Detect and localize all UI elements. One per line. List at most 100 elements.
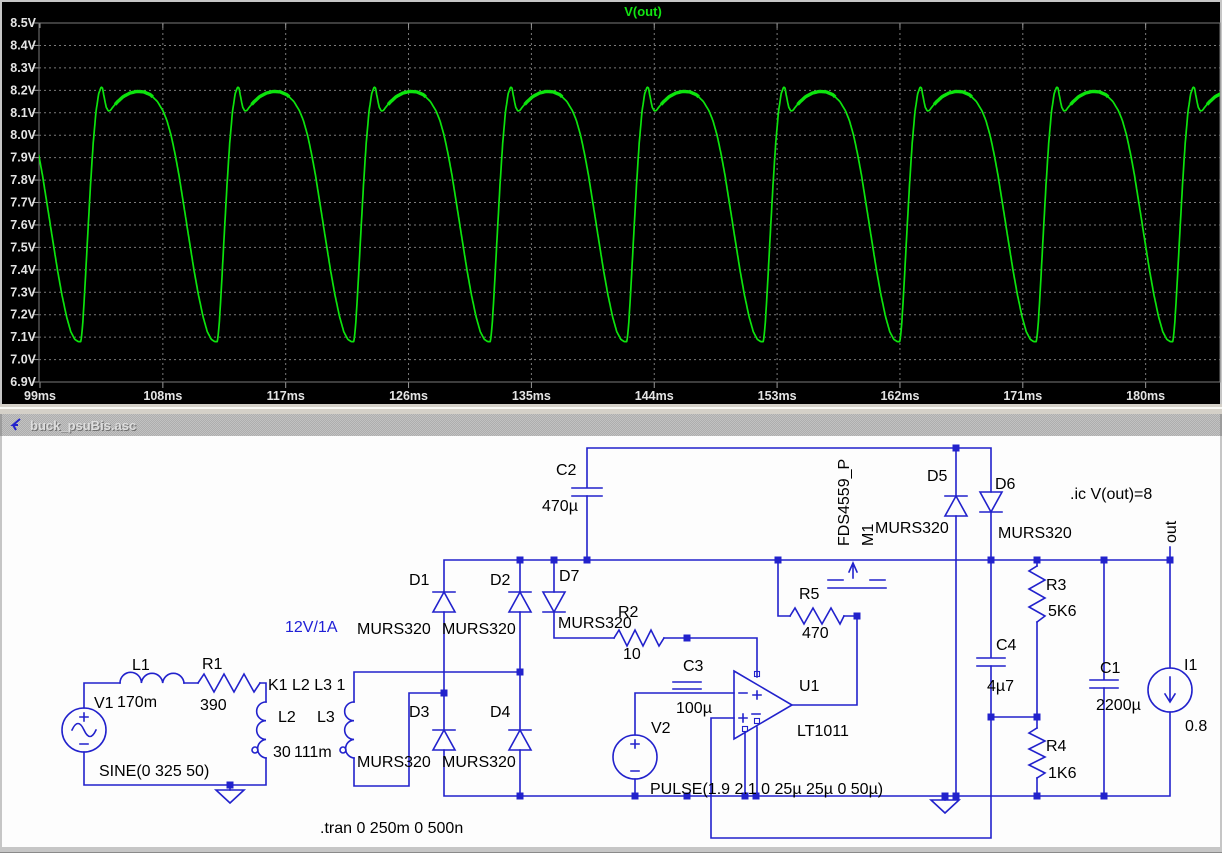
schematic-window-title: buck_psuBis.asc bbox=[30, 417, 137, 433]
l1-name: L1 bbox=[132, 657, 150, 674]
y-axis-tick-label: 8.4V bbox=[10, 38, 36, 52]
d1-value: MURS320 bbox=[357, 621, 431, 638]
x-axis-tick-label: 162ms bbox=[880, 389, 919, 403]
y-axis-tick-label: 8.1V bbox=[10, 106, 36, 120]
x-axis-tick-label: 171ms bbox=[1003, 389, 1042, 403]
r2-resistor-symbol bbox=[612, 628, 666, 648]
ground-symbol-secondary bbox=[928, 799, 962, 815]
d7-diode-symbol bbox=[541, 591, 567, 614]
k1-coupling: K1 L2 L3 1 bbox=[268, 677, 346, 694]
power-rating-comment: 12V/1A bbox=[285, 619, 338, 636]
waveform-pane[interactable]: V(out) 8.5V 8.4V 8.3V 8.2V 8.1V 8.0V 7.9V 7.8V 7… bbox=[0, 0, 1222, 404]
v2-name: V2 bbox=[651, 720, 671, 737]
d1-name: D1 bbox=[409, 572, 430, 589]
d2-diode-symbol bbox=[507, 590, 533, 613]
schematic-titlebar[interactable]: buck_psuBis.asc bbox=[0, 414, 1222, 436]
u1-name: U1 bbox=[799, 678, 820, 695]
y-axis-tick-label: 8.0V bbox=[10, 128, 36, 142]
y-axis-tick-label: 7.1V bbox=[10, 330, 36, 344]
ground-symbol-primary bbox=[213, 789, 247, 805]
u1-value: LT1011 bbox=[797, 723, 849, 740]
d6-name: D6 bbox=[995, 476, 1016, 493]
y-axis-tick-label: 7.8V bbox=[10, 173, 36, 187]
r5-name: R5 bbox=[799, 586, 820, 603]
v2-source-symbol bbox=[612, 734, 658, 780]
d7-name: D7 bbox=[559, 568, 580, 585]
d2-name: D2 bbox=[490, 572, 511, 589]
d4-value: MURS320 bbox=[442, 754, 516, 771]
r2-value: 10 bbox=[623, 646, 641, 663]
y-axis-tick-label: 7.4V bbox=[10, 263, 36, 277]
y-axis-tick-label: 8.3V bbox=[10, 61, 36, 75]
ic-directive: .ic V(out)=8 bbox=[1070, 486, 1152, 503]
c3-name: C3 bbox=[683, 658, 704, 675]
v1-value: SINE(0 325 50) bbox=[99, 763, 209, 780]
m1-mosfet-symbol bbox=[827, 561, 887, 589]
component-labels[interactable]: V1 SINE(0 325 50) L1 170m R1 390 K1 L2 L… bbox=[94, 459, 1207, 798]
schematic-window-icon bbox=[10, 418, 21, 431]
v1-source-symbol bbox=[61, 707, 107, 753]
x-axis-tick-label: 153ms bbox=[758, 389, 797, 403]
r4-resistor-symbol bbox=[1027, 726, 1047, 780]
l3-name: L3 bbox=[317, 709, 335, 726]
trace-legend-vout[interactable]: V(out) bbox=[624, 4, 662, 19]
i1-source-symbol bbox=[1147, 667, 1193, 713]
d3-name: D3 bbox=[409, 704, 430, 721]
waveform-plot[interactable]: 8.5V 8.4V 8.3V 8.2V 8.1V 8.0V 7.9V 7.8V 7.7V 7.6V… bbox=[2, 2, 1222, 406]
d2-value: MURS320 bbox=[442, 621, 516, 638]
x-axis-tick-label: 126ms bbox=[389, 389, 428, 403]
y-axis-tick-label: 6.9V bbox=[10, 375, 36, 389]
d3-diode-symbol bbox=[431, 728, 457, 751]
r3-resistor-symbol bbox=[1027, 564, 1047, 624]
pane-separator[interactable] bbox=[0, 404, 1222, 414]
c3-value: 100µ bbox=[676, 700, 712, 717]
c4-capacitor-symbol bbox=[976, 657, 1006, 667]
d6-diode-symbol bbox=[978, 491, 1004, 514]
l2-value: 30 bbox=[273, 744, 291, 761]
l1-value: 170m bbox=[117, 694, 157, 711]
i1-value: 0.8 bbox=[1185, 718, 1207, 735]
c4-value: 4µ7 bbox=[987, 678, 1014, 695]
x-axis-tick-label: 99ms bbox=[24, 389, 56, 403]
r1-value: 390 bbox=[200, 697, 227, 714]
r4-value: 1K6 bbox=[1048, 765, 1077, 782]
c2-name: C2 bbox=[556, 462, 577, 479]
y-axis-tick-label: 7.0V bbox=[10, 353, 36, 367]
net-label-out: out bbox=[1163, 520, 1180, 543]
r3-value: 5K6 bbox=[1048, 603, 1077, 620]
d1-diode-symbol bbox=[431, 590, 457, 613]
y-axis-tick-label: 7.6V bbox=[10, 218, 36, 232]
d6-value: MURS320 bbox=[998, 525, 1072, 542]
c1-capacitor-symbol bbox=[1089, 679, 1119, 689]
ltspice-window: V(out) 8.5V 8.4V 8.3V 8.2V 8.1V 8.0V 7.9V 7.8V 7… bbox=[0, 0, 1222, 853]
c3-capacitor-symbol bbox=[672, 681, 702, 690]
x-axis-tick-label: 135ms bbox=[512, 389, 551, 403]
d4-diode-symbol bbox=[507, 728, 533, 751]
d5-value: MURS320 bbox=[875, 520, 949, 537]
l2-name: L2 bbox=[278, 709, 296, 726]
r4-name: R4 bbox=[1046, 738, 1067, 755]
c1-value: 2200µ bbox=[1096, 697, 1141, 714]
window-bottom-edge bbox=[0, 847, 1222, 853]
y-axis-tick-label: 8.5V bbox=[10, 16, 36, 30]
v2-value: PULSE(1.9 2.1 0 25µ 25µ 0 50µ) bbox=[650, 781, 883, 798]
x-axis-tick-label: 117ms bbox=[267, 389, 305, 403]
c4-name: C4 bbox=[996, 637, 1017, 654]
d4-name: D4 bbox=[490, 704, 511, 721]
y-axis-tick-label: 7.2V bbox=[10, 308, 36, 322]
u1-comparator-symbol bbox=[733, 669, 794, 741]
schematic-canvas[interactable]: V1 SINE(0 325 50) L1 170m R1 390 K1 L2 L… bbox=[2, 436, 1222, 847]
y-axis-tick-label: 7.3V bbox=[10, 285, 36, 299]
x-axis-tick-label: 180ms bbox=[1126, 389, 1165, 403]
y-axis-tick-label: 7.7V bbox=[10, 196, 36, 210]
i1-name: I1 bbox=[1184, 657, 1197, 674]
y-axis-tick-label: 7.9V bbox=[10, 151, 36, 165]
r5-resistor-symbol bbox=[788, 606, 846, 626]
schematic-pane[interactable]: V1 SINE(0 325 50) L1 170m R1 390 K1 L2 L… bbox=[0, 436, 1222, 847]
c2-capacitor-symbol bbox=[571, 487, 603, 497]
c2-value: 470µ bbox=[542, 498, 578, 515]
r1-name: R1 bbox=[202, 656, 223, 673]
x-axis-tick-label: 108ms bbox=[143, 389, 182, 403]
tran-directive: .tran 0 250m 0 500n bbox=[320, 820, 463, 837]
r3-name: R3 bbox=[1046, 577, 1067, 594]
